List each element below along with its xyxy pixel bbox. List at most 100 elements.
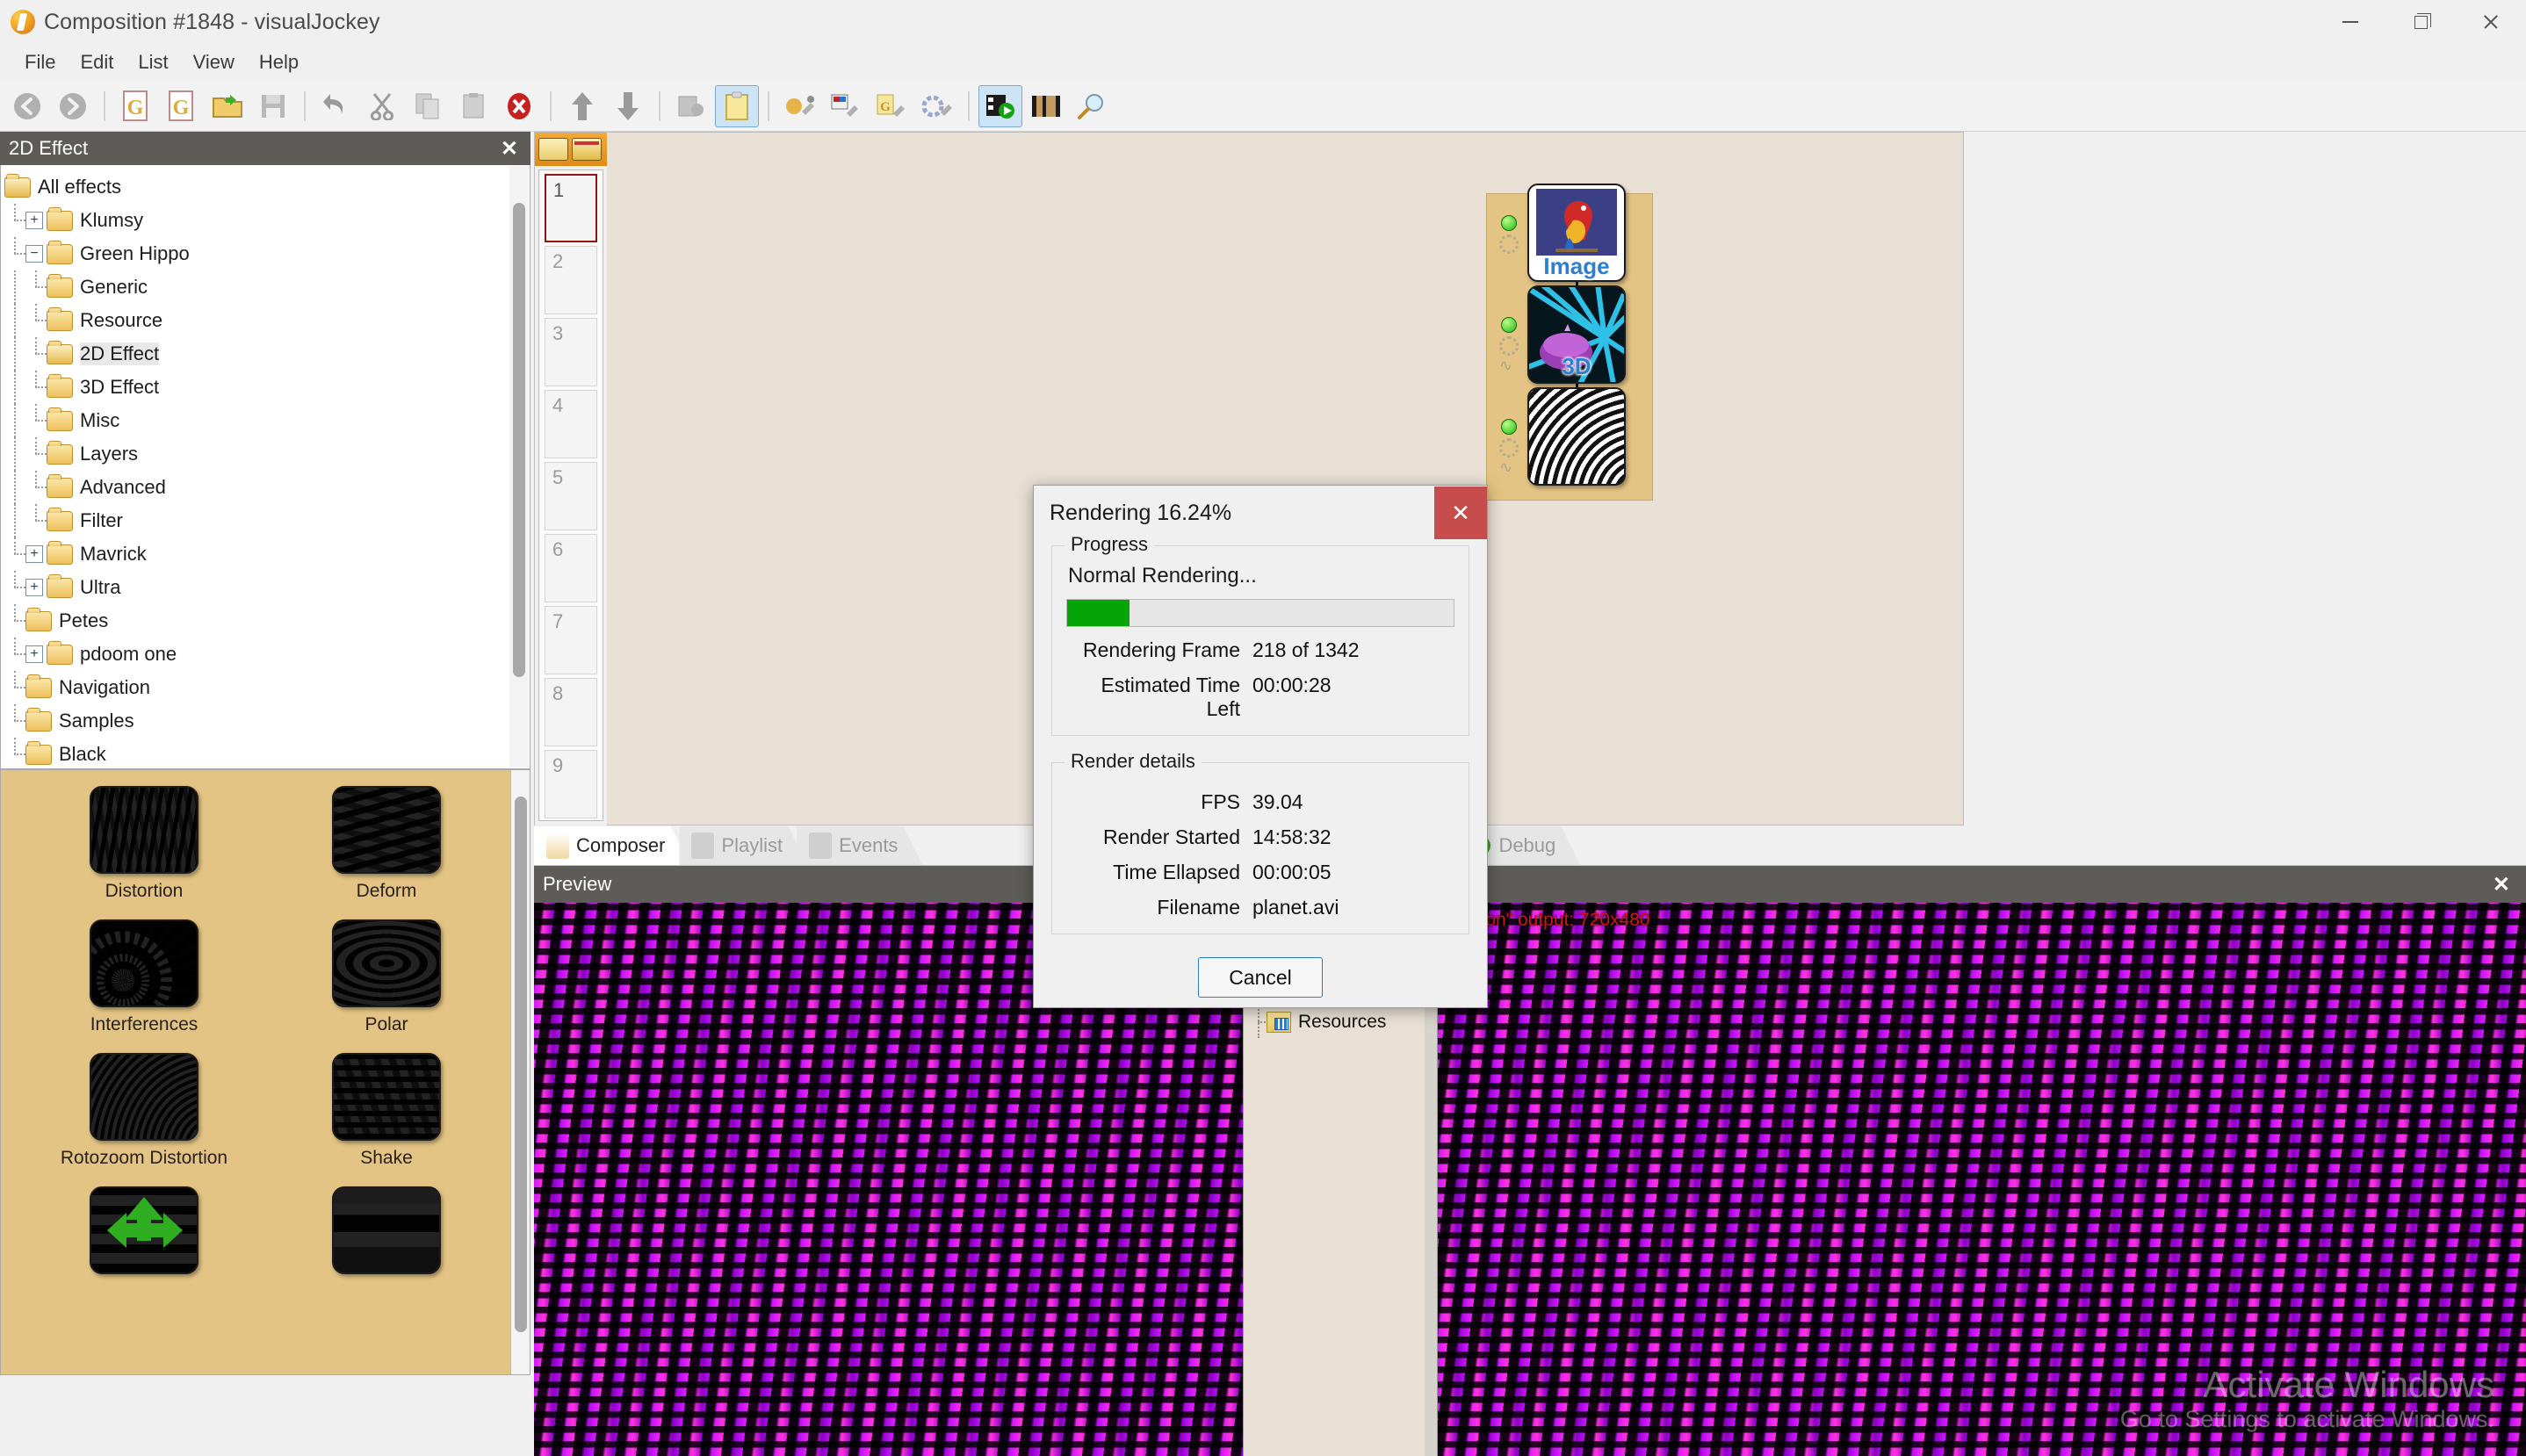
audio-settings-icon[interactable] — [778, 85, 822, 127]
frame-item[interactable]: 2 — [545, 246, 597, 314]
effects-tree-item[interactable]: Resource — [4, 304, 530, 337]
node-settings-icon[interactable] — [1499, 234, 1519, 254]
frame-item[interactable]: 1 — [545, 174, 597, 242]
display-settings-icon[interactable] — [824, 85, 868, 127]
clipboard-small-icon[interactable] — [538, 138, 568, 161]
new-composition-icon[interactable]: G — [114, 85, 158, 127]
render-play-icon[interactable] — [978, 84, 1022, 127]
preview-tree-item[interactable]: Resources — [1251, 1006, 1415, 1038]
effects-panel-close-icon[interactable]: ✕ — [501, 136, 518, 162]
menu-file[interactable]: File — [12, 47, 68, 77]
open-composition-icon[interactable]: G — [160, 85, 204, 127]
node-settings-icon[interactable] — [1499, 438, 1519, 458]
menu-view[interactable]: View — [181, 47, 247, 77]
effect-item[interactable]: Distortion — [27, 786, 261, 902]
node-active-indicator[interactable] — [1501, 215, 1517, 231]
film-strip-icon[interactable] — [1024, 85, 1068, 127]
node-active-indicator[interactable] — [1501, 317, 1517, 333]
effects-tree-item[interactable]: Generic — [4, 270, 530, 304]
tree-expander[interactable]: + — [25, 579, 43, 596]
tree-expander[interactable]: + — [25, 212, 43, 229]
effect-item[interactable]: Interferences — [27, 919, 261, 1035]
effects-tree-item[interactable]: Layers — [4, 437, 530, 471]
effects-tree-item[interactable]: Navigation — [4, 671, 530, 704]
effects-tree-item[interactable]: All effects — [4, 170, 530, 204]
effect-item[interactable]: Deform — [270, 786, 503, 902]
frame-item[interactable]: 5 — [545, 462, 597, 530]
move-up-icon[interactable] — [560, 85, 604, 127]
layer-small-icon[interactable] — [572, 138, 602, 161]
effects-tree-item[interactable]: Filter — [4, 504, 530, 537]
effect-item[interactable]: Shake — [270, 1053, 503, 1169]
effects-tree-scrollbar[interactable] — [509, 166, 529, 768]
node-wave-icon[interactable]: ∿ — [1499, 357, 1519, 373]
node-chain[interactable]: Image ∿ 3D ∿ — [1486, 184, 1653, 501]
effects-tree-item[interactable]: Black — [4, 738, 530, 768]
tab-events[interactable]: Events — [797, 826, 922, 865]
maximize-button[interactable] — [2385, 0, 2456, 44]
effects-tree-item[interactable]: 2D Effect — [4, 337, 530, 371]
effect-item[interactable]: Polar — [270, 919, 503, 1035]
frame-item[interactable]: 4 — [545, 390, 597, 458]
paste-icon[interactable] — [451, 85, 495, 127]
effects-grid-scrollbar[interactable] — [510, 770, 530, 1374]
frame-item[interactable]: 6 — [545, 534, 597, 602]
node-wave-icon[interactable]: ∿ — [1499, 459, 1519, 475]
node-active-indicator[interactable] — [1501, 419, 1517, 435]
effects-tree-item[interactable]: + Klumsy — [4, 204, 530, 237]
frame-item[interactable]: 9 — [545, 750, 597, 818]
effects-tree-item[interactable]: + Ultra — [4, 571, 530, 604]
effects-tree[interactable]: All effects + Klumsy − Green Hippo Generic Res… — [0, 165, 530, 769]
node-3d[interactable]: ∿ 3D — [1499, 285, 1626, 384]
forward-icon[interactable] — [51, 85, 95, 127]
dialog-close-button[interactable]: ✕ — [1434, 487, 1487, 539]
clipboard-icon[interactable] — [715, 84, 759, 127]
scroll-thumb[interactable] — [513, 203, 525, 677]
rendering-dialog[interactable]: Rendering 16.24% ✕ Progress Normal Rende… — [1033, 485, 1488, 1008]
node-image[interactable]: Image — [1499, 184, 1626, 282]
close-button[interactable] — [2456, 0, 2526, 44]
effect-item[interactable]: Rotozoom Distortion — [27, 1053, 261, 1169]
effects-tree-item[interactable]: Misc — [4, 404, 530, 437]
effects-tree-item[interactable]: + Mavrick — [4, 537, 530, 571]
scroll-thumb[interactable] — [515, 796, 527, 1332]
effects-tree-item[interactable]: 3D Effect — [4, 371, 530, 404]
save-icon[interactable] — [251, 85, 295, 127]
composition-settings-icon[interactable]: G — [870, 85, 913, 127]
engine-settings-icon[interactable] — [915, 85, 959, 127]
effects-tree-item[interactable]: Advanced — [4, 471, 530, 504]
copy-icon[interactable] — [406, 85, 450, 127]
effects-tree-item[interactable]: − Green Hippo — [4, 237, 530, 270]
properties-icon[interactable] — [669, 85, 713, 127]
delete-icon[interactable] — [497, 85, 541, 127]
effects-tree-item[interactable]: Petes — [4, 604, 530, 638]
effects-tree-item[interactable]: + pdoom one — [4, 638, 530, 671]
effects-thumbnail-grid[interactable]: Distortion Deform Interferences Polar Rotozo… — [0, 769, 530, 1375]
cut-icon[interactable] — [360, 85, 404, 127]
frame-item[interactable]: 8 — [545, 678, 597, 746]
effect-item[interactable] — [270, 1186, 503, 1281]
menu-list[interactable]: List — [126, 47, 180, 77]
move-down-icon[interactable] — [606, 85, 650, 127]
cancel-button[interactable]: Cancel — [1198, 957, 1323, 998]
undo-icon[interactable] — [314, 85, 358, 127]
open-folder-icon[interactable] — [206, 85, 249, 127]
tab-playlist[interactable]: Playlist — [679, 826, 807, 865]
preview-close-icon[interactable]: ✕ — [2493, 872, 2510, 897]
effects-tree-item[interactable]: Samples — [4, 704, 530, 738]
frame-item[interactable]: 3 — [545, 318, 597, 386]
tree-expander[interactable]: + — [25, 545, 43, 563]
preview-render-right[interactable]: "Rotozoom Distortion" output: 720x480 Ac… — [1438, 903, 2526, 1456]
tree-expander[interactable]: + — [25, 645, 43, 663]
frame-list[interactable]: 1 2 3 4 5 6 7 8 9 — [538, 169, 603, 821]
effect-item[interactable] — [27, 1186, 261, 1281]
back-icon[interactable] — [5, 85, 49, 127]
menu-edit[interactable]: Edit — [68, 47, 126, 77]
node-rotozoom[interactable]: ∿ — [1499, 387, 1626, 486]
tree-expander[interactable]: − — [25, 245, 43, 263]
node-settings-icon[interactable] — [1499, 336, 1519, 356]
frame-item[interactable]: 7 — [545, 606, 597, 674]
zoom-icon[interactable] — [1070, 85, 1114, 127]
menu-help[interactable]: Help — [247, 47, 311, 77]
minimize-button[interactable] — [2315, 0, 2385, 44]
